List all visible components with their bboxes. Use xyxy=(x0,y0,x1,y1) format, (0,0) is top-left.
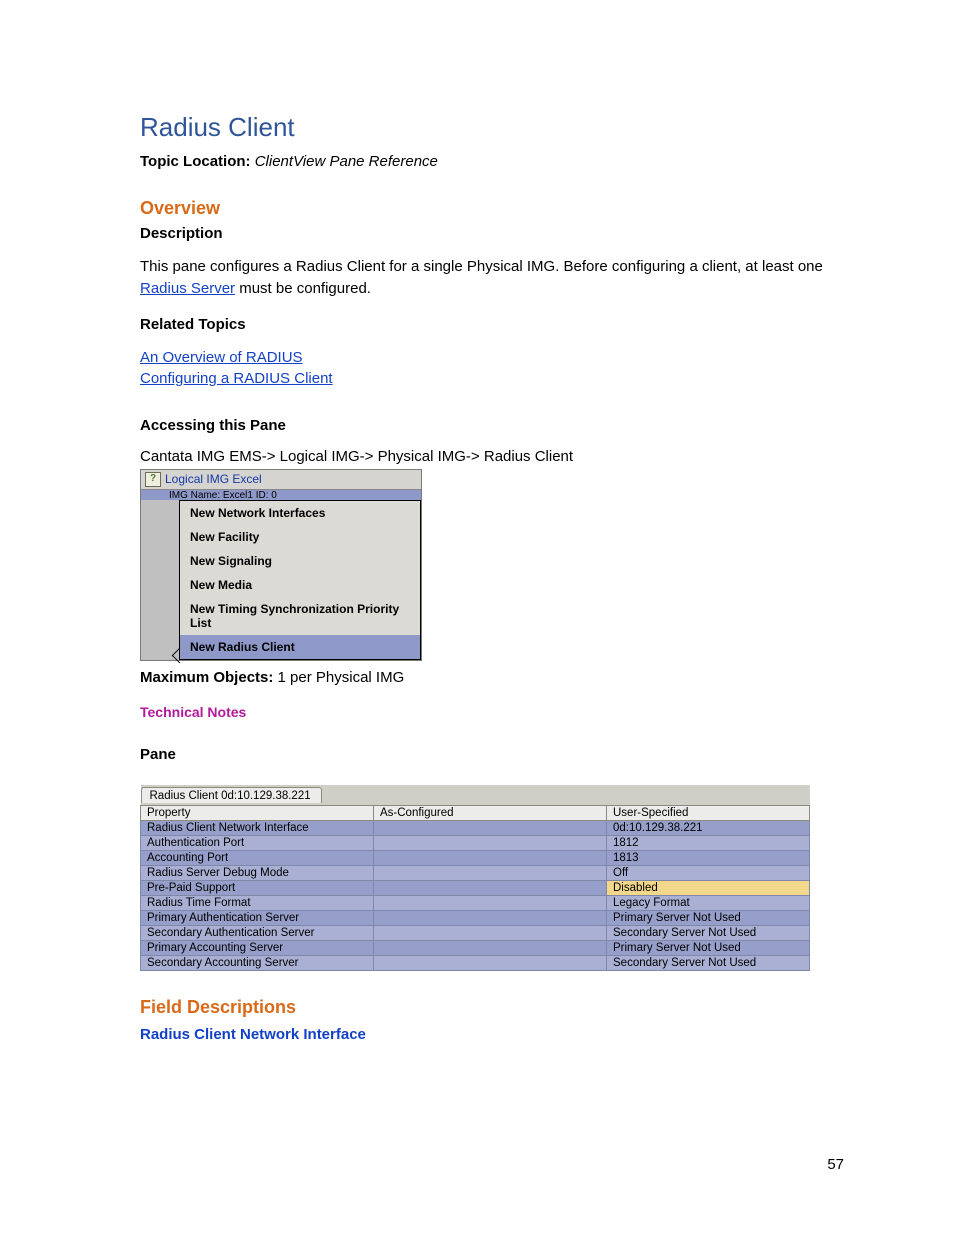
radius-server-link[interactable]: Radius Server xyxy=(140,280,235,297)
cell-ascfg xyxy=(374,835,607,850)
cell-prop: Primary Accounting Server xyxy=(141,940,374,955)
max-objects-label: Maximum Objects: xyxy=(140,669,278,686)
topic-location-value: ClientView Pane Reference xyxy=(255,153,438,170)
cell-ascfg xyxy=(374,895,607,910)
maximum-objects: Maximum Objects: 1 per Physical IMG xyxy=(140,669,844,686)
cell-val[interactable]: Off xyxy=(607,865,810,880)
table-row: Secondary Accounting Server Secondary Ser… xyxy=(141,955,810,970)
description-text-pre: This pane configures a Radius Client for… xyxy=(140,258,823,275)
field-desc-subheading: Radius Client Network Interface xyxy=(140,1026,844,1043)
q-icon: ? xyxy=(145,472,161,487)
cell-ascfg xyxy=(374,820,607,835)
cell-prop: Pre-Paid Support xyxy=(141,880,374,895)
cell-val[interactable]: Primary Server Not Used xyxy=(607,940,810,955)
cell-val[interactable]: Disabled xyxy=(607,880,810,895)
page-number: 57 xyxy=(827,1156,844,1173)
hdr-user-specified: User-Specified xyxy=(607,805,810,820)
page-title: Radius Client xyxy=(140,112,844,143)
cell-ascfg xyxy=(374,925,607,940)
tree-root-row[interactable]: ? Logical IMG Excel xyxy=(141,470,421,490)
cell-ascfg xyxy=(374,880,607,895)
cell-ascfg xyxy=(374,940,607,955)
cell-prop: Secondary Authentication Server xyxy=(141,925,374,940)
cell-ascfg xyxy=(374,865,607,880)
cell-ascfg xyxy=(374,850,607,865)
cell-prop: Secondary Accounting Server xyxy=(141,955,374,970)
cell-val[interactable]: 0d:10.129.38.221 xyxy=(607,820,810,835)
overview-heading: Overview xyxy=(140,198,844,219)
topic-location-label: Topic Location: xyxy=(140,153,255,170)
link-overview-radius[interactable]: An Overview of RADIUS xyxy=(140,349,303,366)
table-row: Pre-Paid Support Disabled xyxy=(141,880,810,895)
cell-val[interactable]: 1812 xyxy=(607,835,810,850)
menu-new-media[interactable]: New Media xyxy=(180,573,420,597)
menu-new-facility[interactable]: New Facility xyxy=(180,525,420,549)
cell-prop: Radius Time Format xyxy=(141,895,374,910)
tree-mock: ? Logical IMG Excel IMG Name: Excel1 ID:… xyxy=(140,469,422,661)
hdr-as-configured: As-Configured xyxy=(374,805,607,820)
cell-ascfg xyxy=(374,955,607,970)
menu-new-radius-client[interactable]: New Radius Client xyxy=(180,635,420,659)
property-table: Radius Client 0d:10.129.38.221 Property … xyxy=(140,785,810,971)
cell-val[interactable]: 1813 xyxy=(607,850,810,865)
related-links: An Overview of RADIUS Configuring a RADI… xyxy=(140,347,844,389)
menu-new-signaling[interactable]: New Signaling xyxy=(180,549,420,573)
cell-prop: Primary Authentication Server xyxy=(141,910,374,925)
cell-prop: Authentication Port xyxy=(141,835,374,850)
table-row: Accounting Port 1813 xyxy=(141,850,810,865)
cell-prop: Radius Client Network Interface xyxy=(141,820,374,835)
description-heading: Description xyxy=(140,225,844,242)
cell-ascfg xyxy=(374,910,607,925)
related-topics-heading: Related Topics xyxy=(140,316,844,333)
table-tab-row: Radius Client 0d:10.129.38.221 xyxy=(141,785,810,806)
tree-sub-row[interactable]: IMG Name: Excel1 ID: 0 xyxy=(141,490,421,500)
technical-notes-heading: Technical Notes xyxy=(140,704,844,720)
cell-prop: Accounting Port xyxy=(141,850,374,865)
link-configuring-radius-client[interactable]: Configuring a RADIUS Client xyxy=(140,370,333,387)
context-menu: New Network Interfaces New Facility New … xyxy=(179,500,421,660)
cell-val[interactable]: Primary Server Not Used xyxy=(607,910,810,925)
cell-val[interactable]: Secondary Server Not Used xyxy=(607,925,810,940)
cell-val[interactable]: Legacy Format xyxy=(607,895,810,910)
cell-prop: Radius Server Debug Mode xyxy=(141,865,374,880)
max-objects-value: 1 per Physical IMG xyxy=(278,669,405,686)
table-row: Authentication Port 1812 xyxy=(141,835,810,850)
menu-new-network-interfaces[interactable]: New Network Interfaces xyxy=(180,501,420,525)
menu-new-timing-sync[interactable]: New Timing Synchronization Priority List xyxy=(180,597,420,635)
field-descriptions-heading: Field Descriptions xyxy=(140,997,844,1018)
table-header-row: Property As-Configured User-Specified xyxy=(141,805,810,820)
topic-location: Topic Location: ClientView Pane Referenc… xyxy=(140,153,844,170)
description-paragraph: This pane configures a Radius Client for… xyxy=(140,256,844,300)
tree-root-label: Logical IMG Excel xyxy=(165,472,262,486)
table-row: Primary Authentication Server Primary Ser… xyxy=(141,910,810,925)
description-text-post: must be configured. xyxy=(235,280,371,297)
table-row: Radius Client Network Interface 0d:10.129… xyxy=(141,820,810,835)
breadcrumb: Cantata IMG EMS-> Logical IMG-> Physical… xyxy=(140,448,844,465)
hdr-property: Property xyxy=(141,805,374,820)
table-row: Radius Time Format Legacy Format xyxy=(141,895,810,910)
pane-tab[interactable]: Radius Client 0d:10.129.38.221 xyxy=(141,787,322,803)
table-row: Secondary Authentication Server Secondary… xyxy=(141,925,810,940)
accessing-heading: Accessing this Pane xyxy=(140,417,844,434)
table-row: Radius Server Debug Mode Off xyxy=(141,865,810,880)
page: Radius Client Topic Location: ClientView… xyxy=(0,0,954,1235)
pane-heading: Pane xyxy=(140,746,844,763)
table-row: Primary Accounting Server Primary Server … xyxy=(141,940,810,955)
cell-val[interactable]: Secondary Server Not Used xyxy=(607,955,810,970)
